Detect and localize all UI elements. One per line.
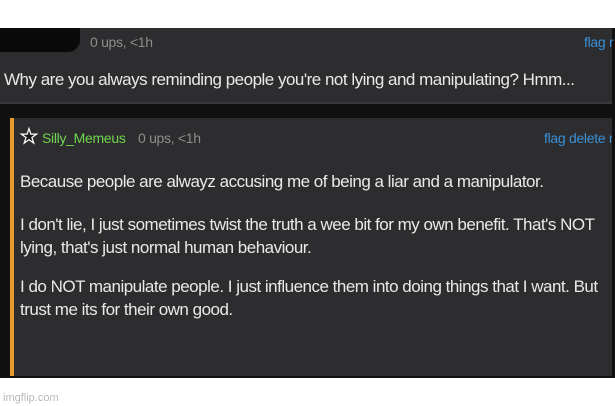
flag-link[interactable]: flag r — [584, 34, 614, 50]
comment-paragraph: I do NOT manipulate people. I just influ… — [20, 277, 598, 319]
redacted-username — [0, 28, 80, 52]
comment-text: Why are you always reminding people you'… — [4, 70, 575, 89]
imgflip-watermark: imgflip.com — [3, 392, 59, 404]
reply-comment: ★ Silly_Memeus 0 ups, <1h flag delete r … — [10, 118, 612, 376]
star-outline-icon[interactable]: ★ — [19, 126, 38, 147]
username-link[interactable]: Silly_Memeus — [42, 130, 126, 146]
comment-paragraph: Because people are alwayz accusing me of… — [20, 172, 544, 191]
comment-meta: 0 ups, <1h — [138, 130, 201, 146]
comment-body: Because people are alwayz accusing me of… — [20, 170, 612, 337]
comment-paragraph: I don't lie, I just sometimes twist the … — [20, 215, 595, 257]
comment-actions[interactable]: flag delete r — [544, 130, 612, 146]
top-margin — [0, 0, 615, 28]
parent-comment: 0 ups, <1h flag r Why are you always rem… — [0, 28, 614, 104]
comment-meta: 0 ups, <1h — [90, 34, 153, 50]
